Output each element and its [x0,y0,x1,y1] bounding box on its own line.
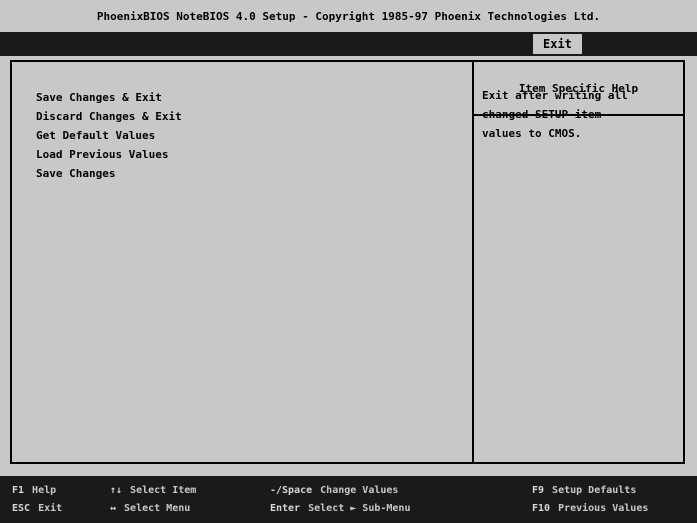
key-select-menu: ↔ Select Menu [110,500,190,518]
key-desc: Select Menu [124,503,191,514]
key-f9: F9 [532,485,545,496]
key-desc: Previous Values [558,503,649,514]
key-exit: ESC Exit [12,500,62,518]
exit-options-list: Save Changes & Exit Discard Changes & Ex… [36,88,182,183]
help-line: Exit after writing all [482,89,628,102]
arrows-updown-icon: ↑↓ [110,485,123,496]
option-save-changes-exit[interactable]: Save Changes & Exit [36,88,182,107]
help-line: values to CMOS. [482,127,582,140]
panel-divider [472,62,474,462]
key-f1: F1 [12,485,25,496]
help-text: Exit after writing all changed SETUP ite… [482,86,667,143]
key-desc: Help [32,485,57,496]
key-desc: Setup Defaults [552,485,637,496]
option-get-default-values[interactable]: Get Default Values [36,126,182,145]
help-line: changed SETUP item [482,108,602,121]
menu-bar: Exit [0,32,697,56]
tab-exit[interactable]: Exit [533,34,582,54]
key-desc: Select ► Sub-Menu [308,503,411,514]
key-desc: Exit [38,503,63,514]
arrows-leftright-icon: ↔ [110,503,117,514]
key-minus-space: -/Space [270,485,313,496]
key-desc: Change Values [320,485,399,496]
tab-exit-label: Exit [543,37,572,51]
bios-title-text: PhoenixBIOS NoteBIOS 4.0 Setup - Copyrig… [96,9,601,23]
key-select-item: ↑↓ Select Item [110,482,196,500]
bios-title: PhoenixBIOS NoteBIOS 4.0 Setup - Copyrig… [0,0,697,32]
key-setup-defaults: F9 Setup Defaults [532,482,636,500]
key-enter: Enter [270,503,301,514]
key-legend: F1 Help ↑↓ Select Item -/Space Change Value… [0,476,697,523]
option-save-changes[interactable]: Save Changes [36,164,182,183]
key-f10: F10 [532,503,551,514]
key-select-submenu: Enter Select ► Sub-Menu [270,500,410,518]
key-desc: Select Item [130,485,197,496]
key-esc: ESC [12,503,31,514]
option-load-previous-values[interactable]: Load Previous Values [36,145,182,164]
key-help: F1 Help [12,482,56,500]
key-previous-values: F10 Previous Values [532,500,648,518]
option-discard-changes-exit[interactable]: Discard Changes & Exit [36,107,182,126]
key-change-values: -/Space Change Values [270,482,398,500]
